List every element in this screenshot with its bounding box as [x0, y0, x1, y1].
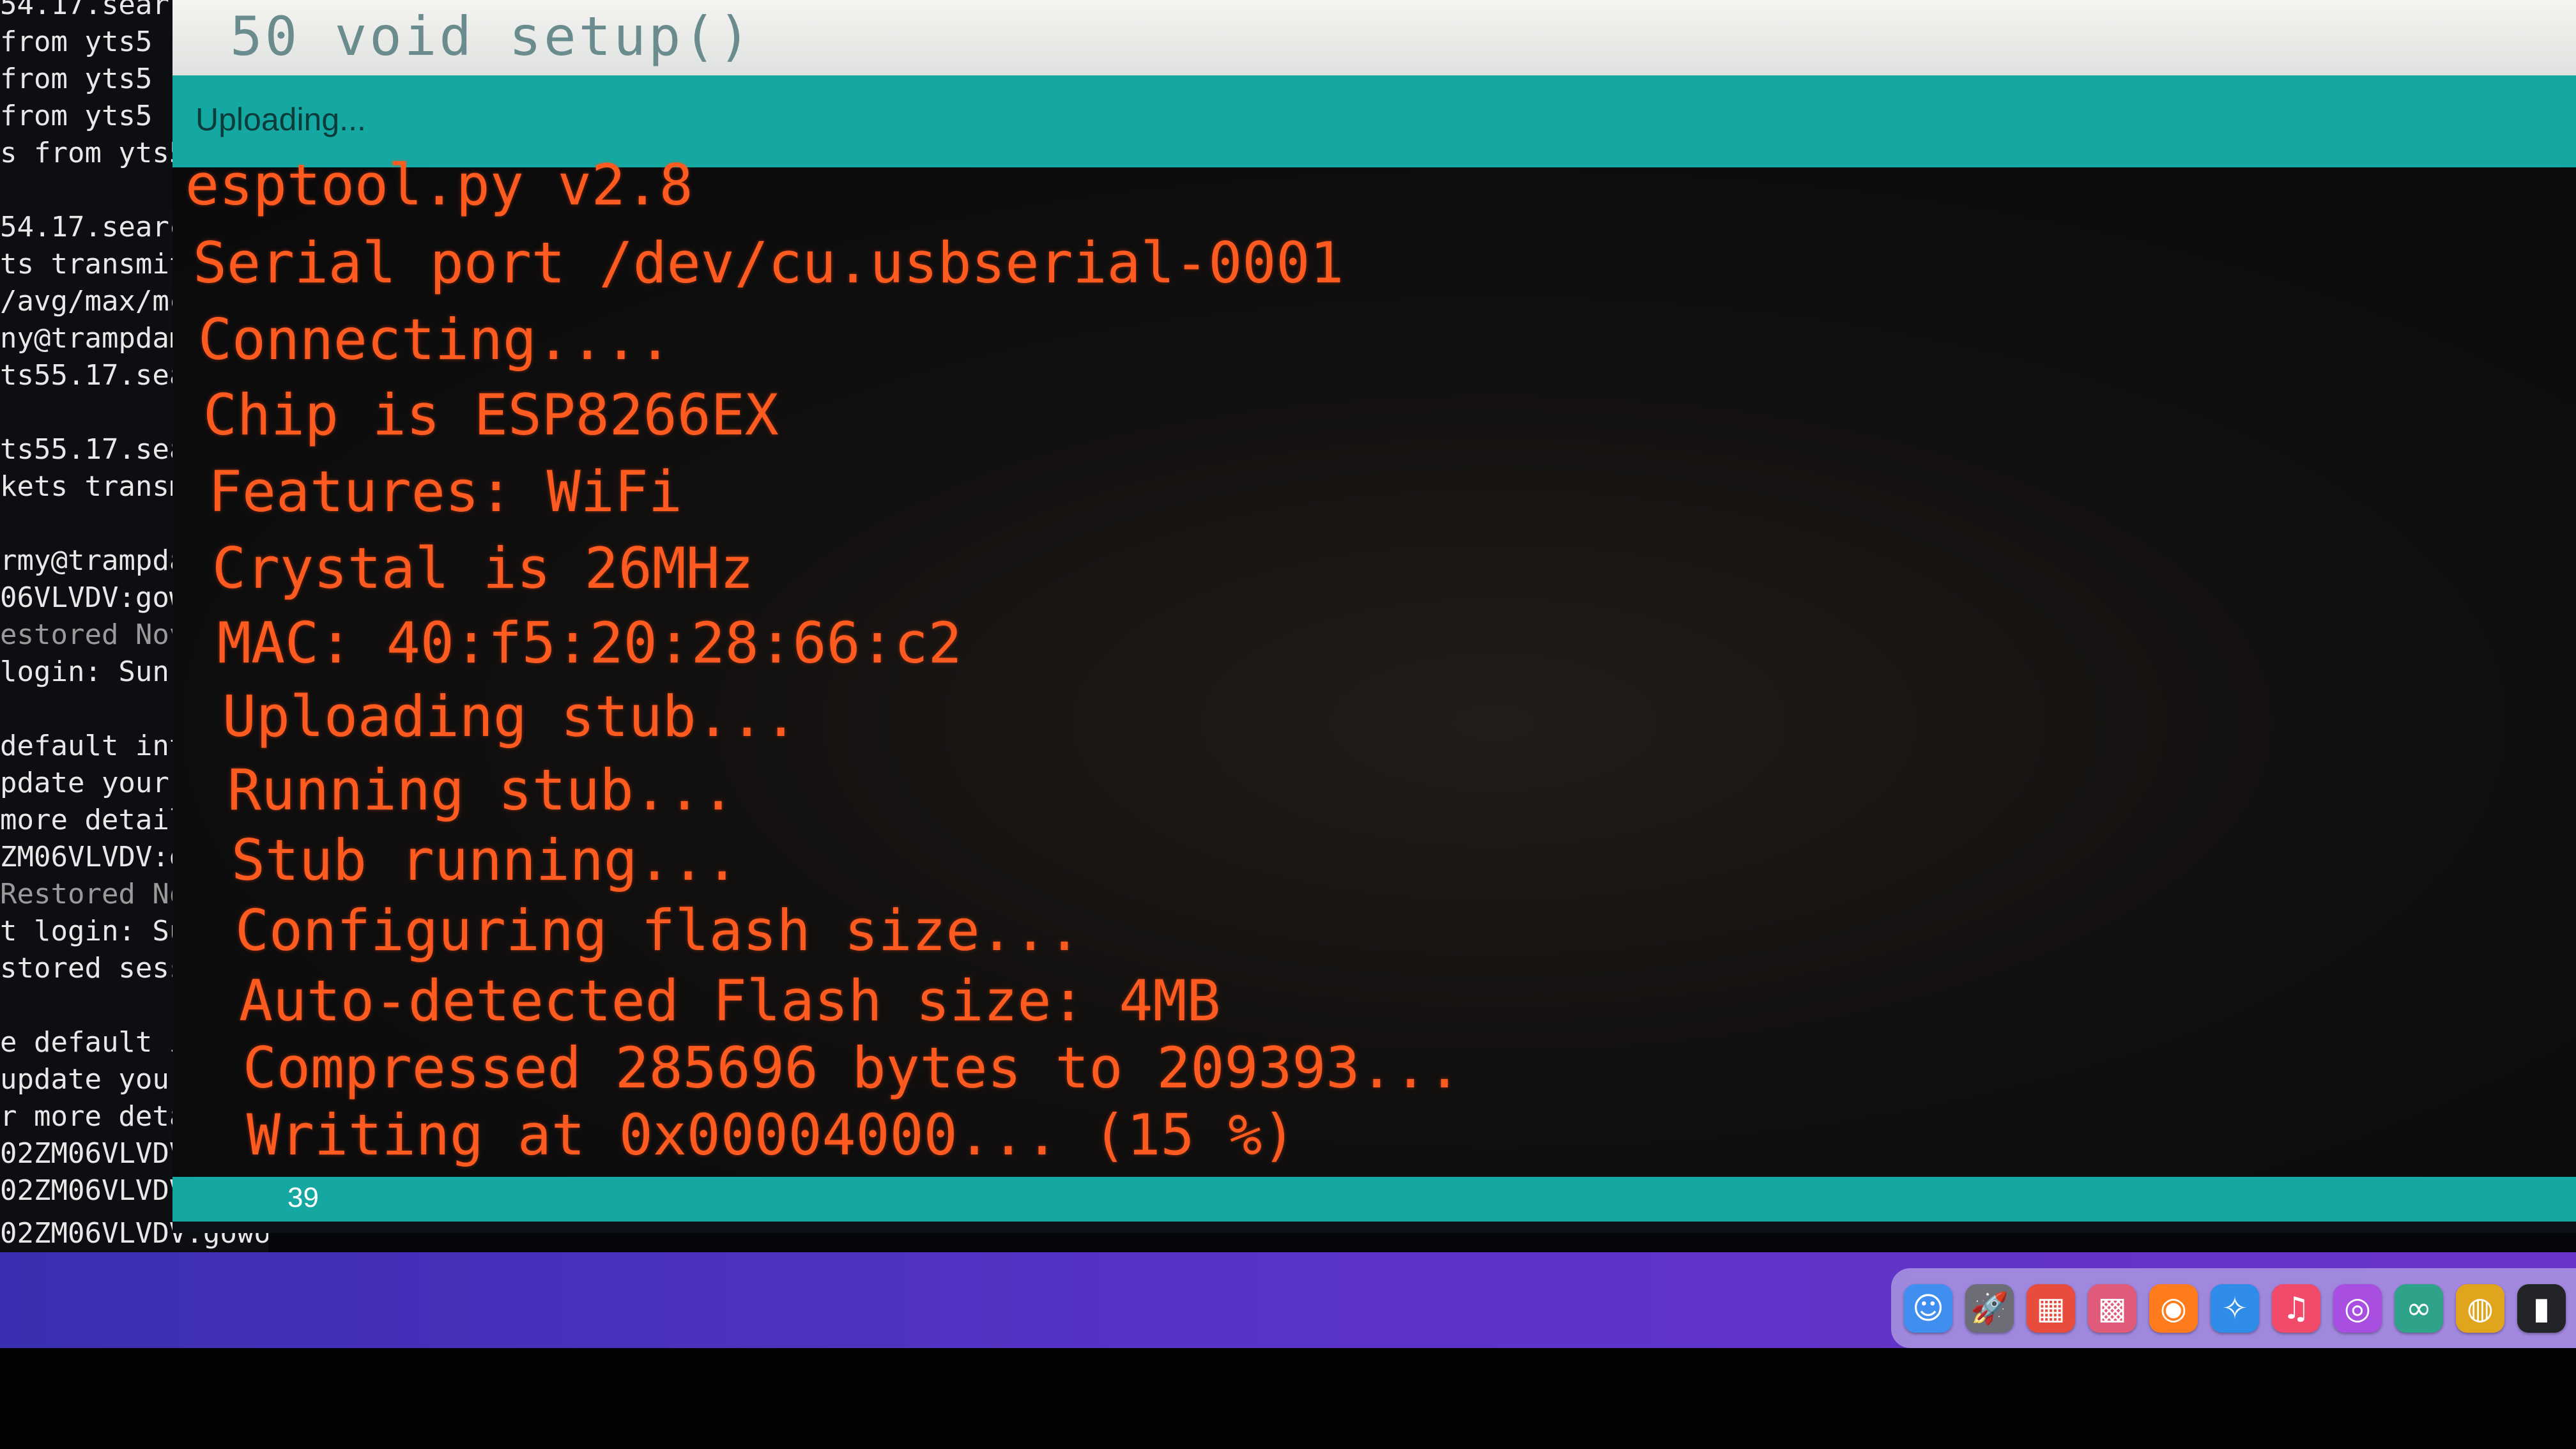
music-icon[interactable]: ♫	[2272, 1284, 2320, 1333]
terminal-line: from yts5	[0, 26, 153, 58]
terminal-icon[interactable]: ▮	[2517, 1284, 2566, 1333]
editor-footer-bar: 39	[172, 1177, 2576, 1222]
dock: ☺ 🚀 ▦ ▩ ◉ ✧ ♫ ◎ ∞ ◍ ▮	[1891, 1268, 2576, 1348]
finder-icon[interactable]: ☺	[1904, 1284, 1952, 1333]
console-line: Connecting....	[198, 307, 672, 372]
console-line: Crystal is 26MHz	[212, 535, 754, 601]
console-line: Serial port /dev/cu.usbserial-0001	[193, 230, 1344, 296]
terminal-line: s from yts5	[0, 137, 187, 169]
console-line: Uploading stub...	[222, 684, 798, 749]
status-text: Uploading...	[195, 102, 366, 137]
output-console[interactable]: esptool.py v2.8 Serial port /dev/cu.usbs…	[172, 153, 2576, 1177]
terminal-line: 54.17.searc	[0, 211, 187, 243]
app-store-grid-icon[interactable]: ▩	[2088, 1284, 2136, 1333]
console-line: esptool.py v2.8	[185, 152, 693, 218]
chrome-icon[interactable]: ◍	[2456, 1284, 2504, 1333]
terminal-line: /avg/max/mc	[0, 285, 187, 318]
podcasts-icon[interactable]: ◎	[2333, 1284, 2382, 1333]
safari-icon[interactable]: ✧	[2211, 1284, 2259, 1333]
terminal-line: from yts5	[0, 100, 153, 132]
console-line: Configuring flash size...	[235, 898, 1082, 963]
terminal-line: from yts5	[0, 63, 153, 95]
console-line: Writing at 0x00004000... (15 %)	[247, 1102, 1296, 1168]
console-line: MAC: 40:f5:20:28:66:c2	[217, 610, 962, 676]
line-number-indicator: 39	[288, 1182, 319, 1213]
console-line: Compressed 285696 bytes to 209393...	[243, 1035, 1462, 1101]
code-editor[interactable]: 50 void setup()	[172, 0, 2576, 77]
arduino-ide-window[interactable]: 50 void setup() Uploading... esptool.py …	[172, 0, 2576, 1233]
calendar-icon[interactable]: ▦	[2027, 1284, 2075, 1333]
firefox-icon[interactable]: ◉	[2149, 1284, 2198, 1333]
console-line: Features: WiFi	[208, 459, 682, 525]
terminal-line: ts transmit	[0, 248, 187, 280]
console-line: Chip is ESP8266EX	[203, 382, 779, 448]
console-line: Stub running...	[231, 827, 739, 893]
console-line: Auto-detected Flash size: 4MB	[239, 968, 1221, 1034]
editor-code-line: 50 void setup()	[230, 5, 753, 68]
console-line: Running stub...	[227, 757, 735, 823]
arduino-like-icon[interactable]: ∞	[2395, 1284, 2443, 1333]
terminal-line: 54.17.sear	[0, 0, 169, 21]
launchpad-icon[interactable]: 🚀	[1965, 1284, 2014, 1333]
monitor-bezel	[0, 1348, 2576, 1449]
